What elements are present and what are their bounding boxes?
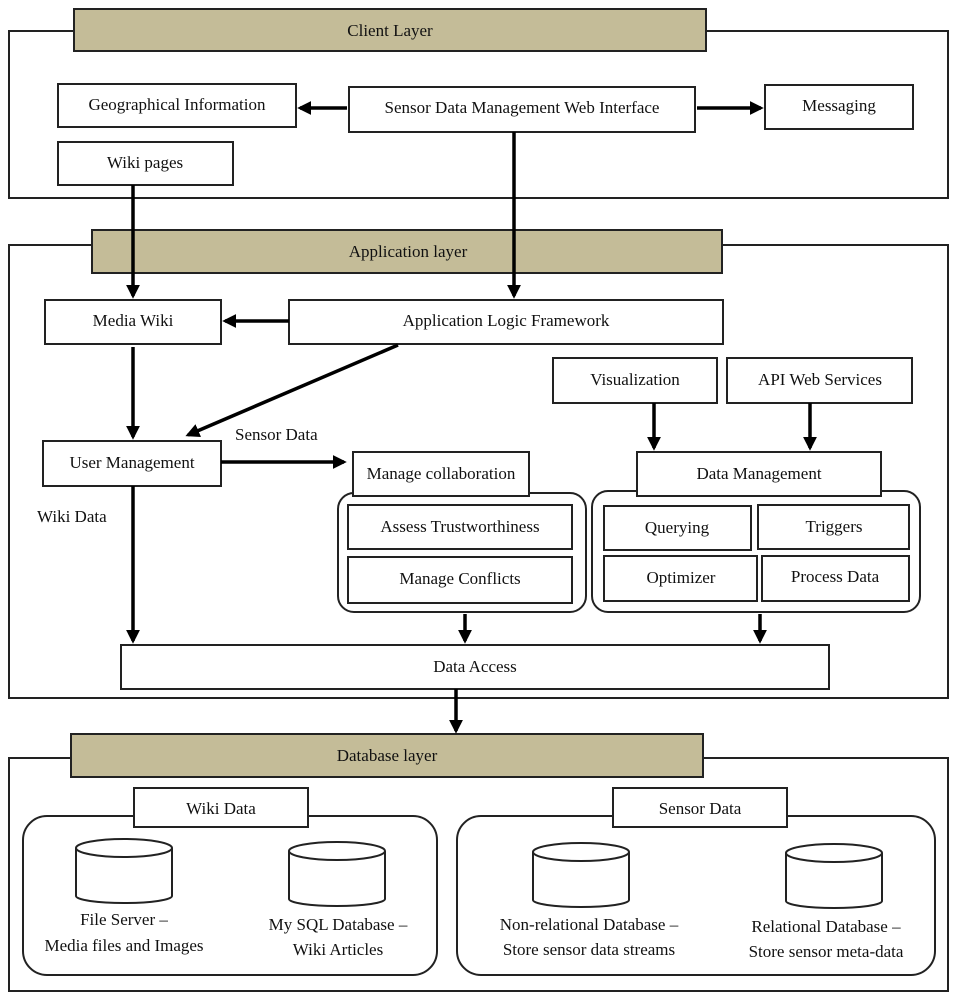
media-wiki-box[interactable]: Media Wiki (44, 299, 222, 345)
wiki-pages-box[interactable]: Wiki pages (57, 141, 234, 186)
relational-line1: Relational Database – (751, 917, 901, 936)
database-cylinder-icon (288, 841, 386, 907)
wiki-data-group: Wiki Data File Server – Media files and … (22, 787, 438, 976)
logic-framework-box[interactable]: Application Logic Framework (288, 299, 724, 345)
architecture-diagram: Client Layer Geographical Information Se… (8, 8, 949, 992)
web-interface-label: Sensor Data Management Web Interface (385, 98, 660, 117)
triggers-box[interactable]: Triggers (757, 504, 910, 550)
arrow-logic-to-usermgmt (185, 343, 399, 438)
visualization-box[interactable]: Visualization (552, 357, 718, 404)
manage-conflicts-box[interactable]: Manage Conflicts (347, 556, 573, 604)
data-management-group: Data Management Querying Triggers Optimi… (591, 451, 921, 613)
sensor-data-title: Sensor Data (659, 799, 742, 818)
web-interface-box[interactable]: Sensor Data Management Web Interface (348, 86, 696, 133)
optimizer-box[interactable]: Optimizer (603, 555, 758, 602)
querying-label: Querying (645, 518, 710, 537)
database-cylinder-icon (532, 842, 630, 908)
client-layer: Client Layer Geographical Information Se… (8, 8, 949, 199)
connectors (126, 101, 817, 734)
manage-conflicts-label: Manage Conflicts (399, 569, 520, 588)
data-management-label: Data Management (696, 464, 821, 483)
triggers-label: Triggers (806, 517, 863, 536)
geographical-information-label: Geographical Information (88, 95, 266, 114)
database-layer: Database layer Wiki Data File Server – M… (8, 733, 949, 992)
non-relational-line1: Non-relational Database – (500, 915, 679, 934)
application-layer-title: Application layer (349, 242, 468, 261)
process-data-box[interactable]: Process Data (761, 555, 910, 602)
database-cylinder-icon (75, 838, 173, 904)
geographical-information-box[interactable]: Geographical Information (57, 83, 297, 128)
user-management-box[interactable]: User Management (42, 440, 222, 487)
database-cylinder-icon (785, 843, 883, 909)
sensor-data-group: Sensor Data Non-relational Database – St… (456, 787, 936, 976)
manage-collaboration-label: Manage collaboration (367, 464, 516, 483)
media-wiki-label: Media Wiki (93, 311, 174, 330)
api-web-services-label: API Web Services (758, 370, 882, 389)
logic-framework-label: Application Logic Framework (403, 311, 610, 330)
wiki-data-header[interactable]: Wiki Data (133, 787, 309, 828)
wiki-data-flow-label: Wiki Data (37, 507, 107, 526)
file-server-line1: File Server – (80, 910, 168, 929)
data-management-box[interactable]: Data Management (636, 451, 882, 497)
messaging-box[interactable]: Messaging (764, 84, 914, 130)
messaging-label: Messaging (802, 96, 876, 115)
assess-trustworthiness-box[interactable]: Assess Trustworthiness (347, 504, 573, 550)
api-web-services-box[interactable]: API Web Services (726, 357, 913, 404)
manage-collaboration-box[interactable]: Manage collaboration (352, 451, 530, 497)
application-layer: Application layer Media Wiki Application… (8, 229, 949, 699)
optimizer-label: Optimizer (647, 568, 716, 587)
data-access-box[interactable]: Data Access (120, 644, 830, 690)
visualization-label: Visualization (590, 370, 680, 389)
sensor-data-header[interactable]: Sensor Data (612, 787, 788, 828)
relational-line2: Store sensor meta-data (749, 942, 904, 961)
manage-collaboration-group: Manage collaboration Assess Trustworthin… (337, 451, 587, 613)
file-server-line2: Media files and Images (44, 936, 203, 955)
mysql-line2: Wiki Articles (293, 940, 383, 959)
database-layer-title: Database layer (337, 746, 438, 765)
data-access-label: Data Access (433, 657, 517, 676)
process-data-label: Process Data (791, 567, 880, 586)
non-relational-line2: Store sensor data streams (503, 940, 675, 959)
wiki-data-title: Wiki Data (186, 799, 256, 818)
wiki-pages-label: Wiki pages (107, 153, 183, 172)
sensor-data-flow-label: Sensor Data (235, 425, 318, 444)
client-layer-title: Client Layer (347, 21, 433, 40)
assess-trustworthiness-label: Assess Trustworthiness (380, 517, 539, 536)
mysql-line1: My SQL Database – (269, 915, 408, 934)
querying-box[interactable]: Querying (603, 505, 752, 551)
user-management-label: User Management (69, 453, 194, 472)
